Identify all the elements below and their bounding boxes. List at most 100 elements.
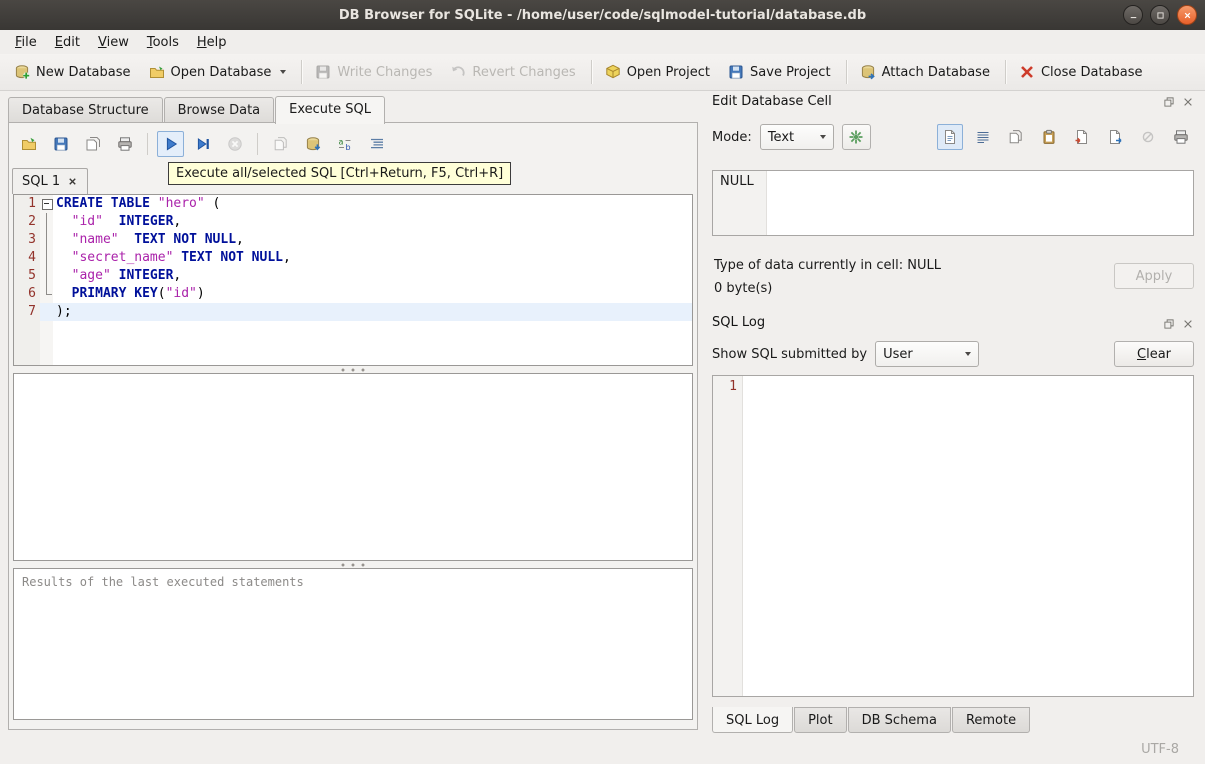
- write-changes-icon: [315, 64, 331, 80]
- results-grid[interactable]: [13, 373, 693, 561]
- save-sql-file-as-button[interactable]: [79, 131, 106, 157]
- submitter-value: User: [883, 346, 913, 362]
- save-sql-file-button[interactable]: [47, 131, 74, 157]
- new-database-button[interactable]: New Database: [6, 59, 139, 85]
- log-line-number: 1: [713, 376, 743, 696]
- sql-log-dock-icons: [1162, 317, 1194, 330]
- print-sql-button[interactable]: [111, 131, 138, 157]
- word-wrap-icon[interactable]: [970, 124, 996, 150]
- submitter-select[interactable]: User: [875, 341, 980, 367]
- set-null-icon: [1135, 124, 1161, 150]
- save-project-button[interactable]: Save Project: [720, 59, 839, 85]
- close-icon[interactable]: [1181, 95, 1194, 108]
- attach-database-icon: [860, 64, 876, 80]
- tab-database-structure[interactable]: Database Structure: [8, 97, 163, 123]
- code-text: "id" INTEGER,: [71, 214, 182, 229]
- close-icon[interactable]: [1181, 317, 1194, 330]
- import-cell-icon[interactable]: [1069, 124, 1095, 150]
- bottom-tab-sql-log[interactable]: SQL Log: [712, 707, 794, 733]
- editor-line: 4 "secret_name" TEXT NOT NULL,: [14, 249, 692, 267]
- write-changes-button-label: Write Changes: [337, 64, 433, 80]
- clear-button[interactable]: Clear: [1114, 341, 1194, 367]
- menu-view[interactable]: View: [89, 32, 138, 53]
- edit-cell-mode-row: Mode: Text: [712, 122, 1194, 152]
- editor-splitter[interactable]: [9, 366, 697, 373]
- line-number-gutter: [14, 321, 40, 365]
- sql-log-area[interactable]: 1: [712, 375, 1194, 697]
- open-database-button[interactable]: Open Database: [141, 59, 295, 85]
- code-text: CREATE TABLE "hero" (: [56, 196, 221, 211]
- bottom-tab-db-schema[interactable]: DB Schema: [847, 707, 951, 733]
- open-project-button[interactable]: Open Project: [597, 59, 718, 85]
- tab-execute-sql[interactable]: Execute SQL: [275, 96, 386, 124]
- right-pane: Edit Database Cell Mode: Text NULL Type …: [705, 91, 1197, 735]
- sql-tab-label: SQL 1: [22, 174, 61, 189]
- attach-database-button-label: Attach Database: [881, 64, 990, 80]
- minimize-button[interactable]: [1123, 5, 1143, 25]
- open-sql-file-button[interactable]: [15, 131, 42, 157]
- code-text: "age" INTEGER,: [71, 268, 182, 283]
- fold-margin: [40, 321, 53, 365]
- paste-icon[interactable]: [1036, 124, 1062, 150]
- tab-browse-data[interactable]: Browse Data: [163, 97, 275, 123]
- window-title: DB Browser for SQLite - /home/user/code/…: [338, 7, 867, 23]
- main-tab-bar: Database Structure Browse Data Execute SQL: [8, 96, 386, 124]
- cell-value: NULL: [713, 171, 767, 235]
- find-replace-button[interactable]: ab: [331, 131, 358, 157]
- line-number: 3: [14, 231, 40, 249]
- editor-filler: [14, 321, 692, 365]
- close-database-button-label: Close Database: [1040, 64, 1143, 80]
- cell-editor[interactable]: NULL: [712, 170, 1194, 236]
- execute-all-button[interactable]: [157, 131, 184, 157]
- close-button[interactable]: [1177, 5, 1197, 25]
- print-cell-icon[interactable]: [1168, 124, 1194, 150]
- execute-sql-panel: ab SQL 1 1 CREATE TABLE "hero" (2 "id" IN…: [8, 122, 698, 730]
- save-project-button-label: Save Project: [750, 64, 831, 80]
- float-icon[interactable]: [1162, 317, 1175, 330]
- code-empty: [53, 321, 692, 365]
- new-database-button-label: New Database: [36, 64, 131, 80]
- maximize-button[interactable]: [1150, 5, 1170, 25]
- export-cell-icon[interactable]: [1102, 124, 1128, 150]
- tooltip: Execute all/selected SQL [Ctrl+Return, F…: [168, 162, 512, 185]
- window-controls: [1123, 5, 1197, 25]
- write-changes-button: Write Changes: [307, 59, 440, 85]
- auto-format-button[interactable]: [841, 124, 871, 150]
- bottom-tab-plot[interactable]: Plot: [794, 707, 847, 733]
- dropdown-arrow-icon[interactable]: [280, 70, 287, 74]
- code-text: );: [53, 303, 692, 321]
- open-database-button-label: Open Database: [170, 64, 272, 80]
- menu-edit[interactable]: Edit: [46, 32, 89, 53]
- toolbar-separator: [1004, 60, 1006, 84]
- edit-cell-dock-icons: [1162, 95, 1194, 108]
- cell-icon-bar: [937, 124, 1194, 150]
- edit-cell-title: Edit Database Cell: [712, 94, 832, 109]
- svg-text:b: b: [345, 143, 350, 152]
- copy-icon[interactable]: [1003, 124, 1029, 150]
- splitter-dots-icon: [340, 562, 366, 567]
- attach-database-button[interactable]: Attach Database: [852, 59, 998, 85]
- results-splitter[interactable]: [9, 561, 697, 568]
- format-sql-button[interactable]: [363, 131, 390, 157]
- close-database-button[interactable]: Close Database: [1011, 59, 1151, 85]
- encoding-label: UTF-8: [1141, 742, 1179, 757]
- menu-file[interactable]: File: [6, 32, 46, 53]
- statusbar: UTF-8: [0, 735, 1205, 764]
- close-tab-icon[interactable]: [67, 176, 78, 187]
- sql-editor-tab[interactable]: SQL 1: [12, 168, 89, 194]
- mode-select[interactable]: Text: [759, 124, 834, 150]
- menu-tools[interactable]: Tools: [138, 32, 188, 53]
- float-icon[interactable]: [1162, 95, 1175, 108]
- open-project-button-label: Open Project: [626, 64, 711, 80]
- execute-current-line-button[interactable]: [189, 131, 216, 157]
- bottom-tab-remote[interactable]: Remote: [951, 707, 1031, 733]
- toolbar-separator: [845, 60, 847, 84]
- revert-changes-button: Revert Changes: [442, 59, 583, 85]
- import-database-button[interactable]: [299, 131, 326, 157]
- fold-marker-icon: [40, 249, 53, 267]
- text-mode-icon[interactable]: [937, 124, 963, 150]
- menu-help[interactable]: Help: [188, 32, 236, 53]
- sql-log-title: SQL Log: [712, 315, 766, 330]
- sql-editor[interactable]: 1 CREATE TABLE "hero" (2 "id" INTEGER, 3 "…: [13, 194, 693, 366]
- code-text: PRIMARY KEY("id"): [71, 286, 205, 301]
